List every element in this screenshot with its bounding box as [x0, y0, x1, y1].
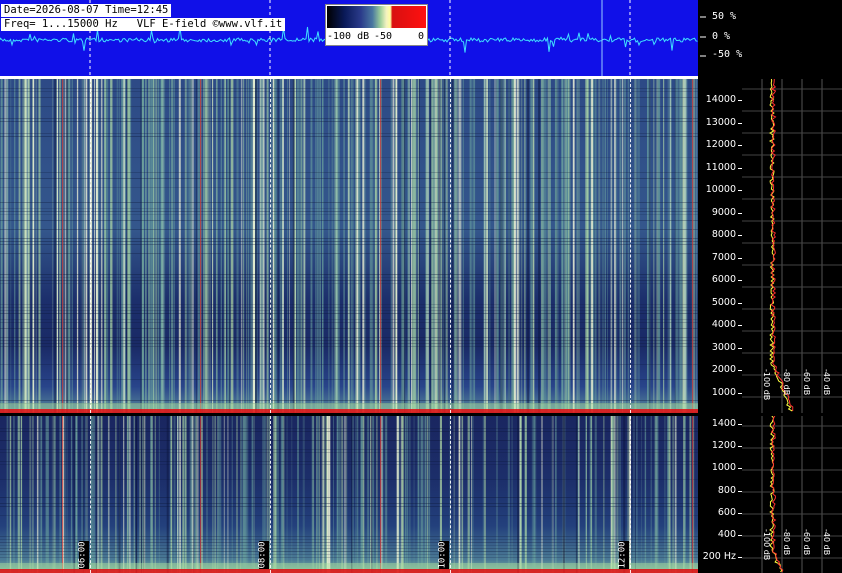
- time-gridline: [630, 79, 631, 413]
- spectrum-profile-plot: -100 dB-80 dB-60 dB-40 dB-20 dB: [742, 79, 842, 413]
- frequency-axis-wideband: 14000 13000 12000 11000 10000 9000 8000 7000 600…: [698, 79, 742, 413]
- color-scale-legend: -100 dB -50 0: [325, 4, 428, 46]
- waveform-panel: Date=2026-08-07 Time=12:45 Freq= 1...150…: [0, 0, 698, 76]
- frequency-tick-label: 1000: [711, 462, 736, 474]
- frequency-tick-label: 1000: [711, 386, 736, 398]
- color-scale-mid-label: -50: [374, 31, 393, 42]
- spectrogram-streaks: [0, 79, 698, 413]
- spectrogram-lowband: 06:00 08:00 10:00 12:00: [0, 416, 698, 573]
- frequency-tick-label: 200 Hz: [702, 551, 736, 563]
- db-scale-label: -40 dB: [822, 369, 831, 395]
- scale-minus50-label: -50 %: [712, 49, 743, 60]
- time-label-1000: 10:00: [437, 541, 449, 569]
- time-gridline: [630, 416, 631, 573]
- frequency-info-label: Freq= 1...15000 Hz VLF E-field ©www.vlf.…: [1, 18, 286, 31]
- frequency-tick-label: 6000: [711, 274, 736, 285]
- spectrum-profile-lowband: -100 dB-80 dB-60 dB-40 dB-20 dB: [742, 416, 842, 573]
- scale-0-label: 0 %: [712, 31, 731, 42]
- time-gridline: [270, 79, 271, 413]
- frequency-tick-label: 7000: [711, 251, 736, 263]
- spectrum-profile-wideband: -100 dB-80 dB-60 dB-40 dB-20 dB: [742, 79, 842, 413]
- frequency-tick-label: 400: [717, 529, 736, 540]
- frequency-tick-label: 600: [717, 506, 736, 518]
- frequency-tick-label: 3000: [711, 341, 736, 353]
- spectrum-profile-plot: -100 dB-80 dB-60 dB-40 dB-20 dB: [742, 416, 842, 573]
- db-scale-label: -80 dB: [782, 529, 791, 555]
- frequency-tick-label: 4000: [711, 319, 736, 330]
- db-scale-label: -80 dB: [782, 369, 791, 395]
- frequency-tick-label: 800: [717, 484, 736, 496]
- frequency-tick-label: 14000: [705, 94, 736, 105]
- color-scale-max-label: 0: [418, 31, 425, 42]
- db-scale-label: -40 dB: [822, 529, 831, 555]
- date-time-label: Date=2026-08-07 Time=12:45: [1, 4, 172, 17]
- scale-50-label: 50 %: [712, 11, 737, 22]
- frequency-tick-label: 2000: [711, 364, 736, 375]
- time-label-0800: 08:00: [257, 541, 269, 569]
- frequency-tick-label: 9000: [711, 206, 736, 218]
- spectrogram-streaks: [0, 416, 698, 573]
- time-gridline: [450, 79, 451, 413]
- frequency-tick-label: 1400: [711, 418, 736, 429]
- frequency-tick-label: 8000: [711, 229, 736, 240]
- waveform-amplitude-scale: 50 % 0 % -50 %: [700, 0, 842, 76]
- frequency-axis-lowband: 1400 1200 1000 800 600 400 200 Hz: [698, 416, 742, 573]
- time-gridline: [450, 416, 451, 573]
- frequency-tick-label: 13000: [705, 116, 736, 128]
- time-label-0600: 06:00: [77, 541, 89, 569]
- db-scale-label: -100 dB: [762, 529, 771, 560]
- frequency-tick-label: 1200: [711, 440, 736, 452]
- time-gridline: [90, 79, 91, 413]
- time-label-1200: 12:00: [617, 541, 629, 569]
- frequency-tick-label: 12000: [705, 139, 736, 150]
- color-scale-min-label: -100 dB: [327, 31, 370, 42]
- time-gridline: [90, 416, 91, 573]
- db-scale-label: -60 dB: [802, 369, 811, 395]
- time-gridline: [270, 416, 271, 573]
- frequency-tick-label: 5000: [711, 296, 736, 308]
- db-scale-label: -100 dB: [762, 369, 771, 400]
- db-scale-label: -60 dB: [802, 529, 811, 555]
- color-scale-gradient: [327, 6, 426, 28]
- spectrogram-wideband: [0, 79, 698, 413]
- frequency-tick-label: 11000: [705, 161, 736, 173]
- frequency-tick-label: 10000: [705, 184, 736, 195]
